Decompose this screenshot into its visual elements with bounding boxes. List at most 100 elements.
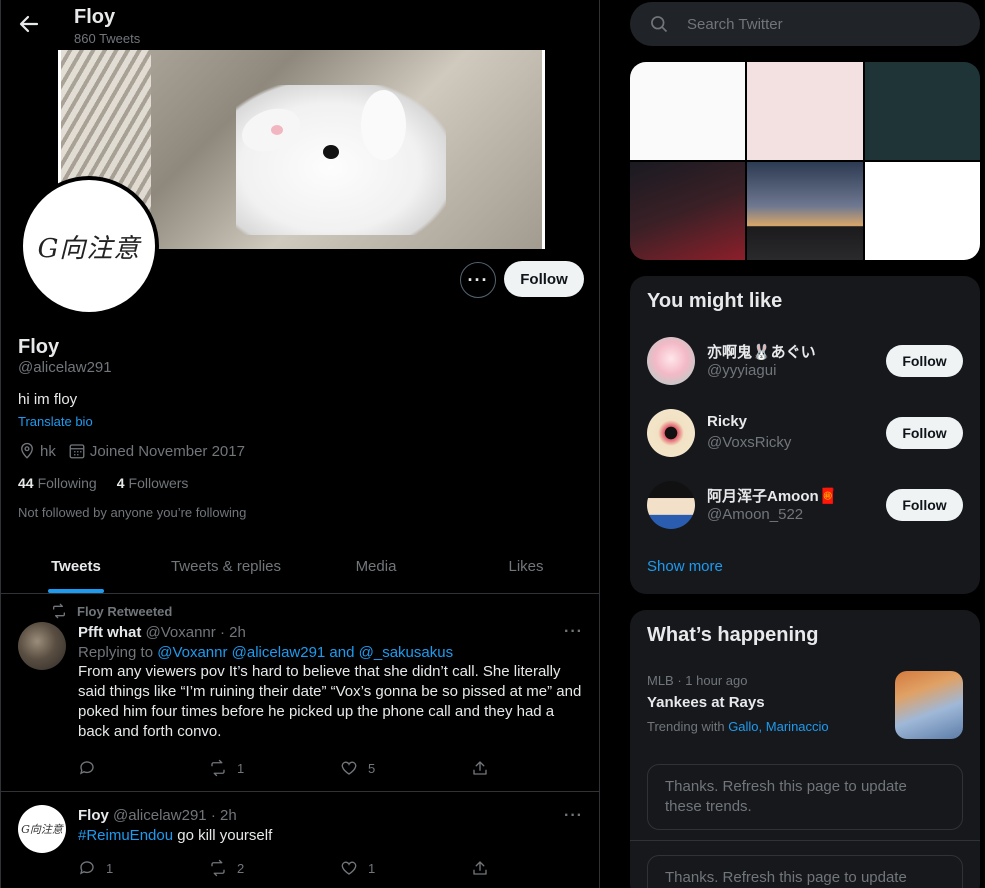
follow-user-button[interactable]: Follow bbox=[886, 417, 963, 449]
media-thumbnail[interactable] bbox=[747, 162, 863, 260]
whats-happening-card: What’s happening MLB · 1 hour ago Yankee… bbox=[630, 610, 980, 888]
profile-avatar-image: G向注意 bbox=[23, 180, 155, 312]
tab-tweets[interactable]: Tweets bbox=[1, 540, 151, 593]
heart-icon bbox=[341, 861, 357, 875]
reply-icon bbox=[79, 761, 94, 775]
profile-media-grid bbox=[630, 62, 980, 260]
like-button[interactable]: 1 bbox=[340, 859, 471, 877]
tweet-header: Pfft what @Voxannr · 2h bbox=[78, 624, 585, 641]
profile-avatar[interactable]: G向注意 bbox=[19, 176, 159, 316]
suggested-user-handle: @yyyiagui bbox=[707, 362, 777, 379]
avatar[interactable] bbox=[647, 481, 695, 529]
divider bbox=[630, 840, 980, 841]
tweet-actions: 1 5 bbox=[78, 759, 599, 777]
tweet-author-name[interactable]: Floy bbox=[78, 807, 109, 824]
profile-name: Floy bbox=[18, 336, 60, 358]
follow-user-button[interactable]: Follow bbox=[886, 345, 963, 377]
tweet-author-handle[interactable]: @alicelaw291 bbox=[113, 807, 207, 824]
media-thumbnail[interactable] bbox=[864, 62, 980, 160]
tweet-hashtag[interactable]: #ReimuEndou bbox=[78, 827, 173, 844]
profile-counts: 44 Following 4 Followers bbox=[18, 475, 188, 491]
replying-to: Replying to @Voxannr @alicelaw291 and @_… bbox=[78, 644, 585, 661]
suggested-user-name: 阿月浑子Amoon🧧 bbox=[707, 488, 838, 505]
retweet-icon bbox=[211, 859, 225, 877]
trending-with: Trending with Gallo, Marinaccio bbox=[647, 719, 829, 734]
translate-bio-link[interactable]: Translate bio bbox=[18, 414, 93, 429]
tab-likes[interactable]: Likes bbox=[451, 540, 599, 593]
suggested-user[interactable]: 阿月浑子Amoon🧧 @Amoon_522 Follow bbox=[630, 469, 980, 541]
tweet-author-handle[interactable]: @Voxannr bbox=[146, 624, 216, 641]
tweet-text: From any viewers pov It’s hard to believ… bbox=[78, 663, 582, 740]
share-icon bbox=[473, 761, 487, 775]
media-thumbnail[interactable] bbox=[630, 162, 746, 260]
retweet-icon bbox=[211, 759, 225, 777]
tweet-avatar[interactable]: G向注意 bbox=[18, 805, 66, 853]
like-count: 5 bbox=[368, 760, 376, 776]
suggested-user-name: Ricky bbox=[707, 413, 748, 430]
banner-bunny-eye bbox=[323, 145, 339, 159]
trend-category: MLB · 1 hour ago bbox=[647, 673, 748, 688]
tweet-header: Floy @alicelaw291 · 2h bbox=[78, 807, 585, 824]
tweet-text-body: go kill yourself bbox=[177, 827, 273, 844]
not-followed-notice: Not followed by anyone you’re following bbox=[18, 505, 247, 520]
who-to-follow-title: You might like bbox=[647, 290, 783, 312]
trending-with-link[interactable]: Gallo bbox=[728, 719, 758, 734]
tweet-text: #ReimuEndou go kill yourself bbox=[78, 826, 585, 846]
tweet-actions: 1 2 1 bbox=[78, 859, 599, 877]
share-button[interactable] bbox=[471, 859, 599, 877]
followers-link[interactable]: 4 Followers bbox=[117, 475, 189, 491]
reply-button[interactable] bbox=[78, 759, 209, 777]
trending-with-link[interactable]: Marinaccio bbox=[766, 719, 829, 734]
like-count: 1 bbox=[368, 860, 376, 876]
reply-count: 1 bbox=[106, 860, 114, 876]
tab-media[interactable]: Media bbox=[301, 540, 451, 593]
profile-column: Floy 860 Tweets G向注意 ··· Follow Floy @al… bbox=[0, 0, 600, 888]
trend-feedback: Thanks. Refresh this page to update thes… bbox=[647, 764, 963, 830]
avatar[interactable] bbox=[647, 409, 695, 457]
trending-with-label: Trending with bbox=[647, 719, 725, 734]
share-button[interactable] bbox=[471, 759, 599, 777]
tweet[interactable]: G向注意 ··· Floy @alicelaw291 · 2h #ReimuEn… bbox=[1, 793, 599, 888]
media-thumbnail[interactable] bbox=[864, 162, 980, 260]
reply-button[interactable]: 1 bbox=[78, 859, 209, 877]
tweet-time[interactable]: · 2h bbox=[211, 807, 237, 824]
retweet-count: 2 bbox=[237, 860, 245, 876]
profile-location: hk bbox=[40, 442, 56, 460]
media-thumbnail[interactable] bbox=[747, 62, 863, 160]
followers-label: Followers bbox=[128, 475, 189, 491]
banner-bunny bbox=[236, 85, 446, 235]
media-thumbnail[interactable] bbox=[630, 62, 746, 160]
more-dots-icon: ··· bbox=[467, 269, 489, 290]
follow-button[interactable]: Follow bbox=[504, 261, 584, 297]
whats-happening-title: What’s happening bbox=[647, 624, 819, 646]
suggested-user-handle: @VoxsRicky bbox=[707, 434, 792, 451]
trend-item[interactable]: MLB · 1 hour ago Yankees at Rays Trendin… bbox=[630, 662, 980, 748]
banner-bunny-ear bbox=[361, 90, 406, 160]
profile-handle: @alicelaw291 bbox=[18, 359, 112, 376]
retweet-button[interactable]: 1 bbox=[209, 759, 340, 777]
trend-title: Yankees at Rays bbox=[647, 694, 765, 711]
suggested-user[interactable]: 亦啊鬼🐰あぐい @yyyiagui Follow bbox=[630, 325, 980, 397]
tab-tweets-replies[interactable]: Tweets & replies bbox=[151, 540, 301, 593]
back-arrow-icon[interactable] bbox=[17, 12, 41, 36]
tweet[interactable]: ··· Pfft what @Voxannr · 2h Replying to … bbox=[1, 595, 599, 792]
retweet-button[interactable]: 2 bbox=[209, 859, 340, 877]
search-input[interactable]: Search Twitter bbox=[687, 16, 783, 33]
tweet-author-name[interactable]: Pfft what bbox=[78, 624, 141, 641]
location-icon bbox=[21, 442, 33, 459]
suggested-user-handle: @Amoon_522 bbox=[707, 506, 804, 523]
tweet-time[interactable]: · 2h bbox=[220, 624, 246, 641]
search-box[interactable]: Search Twitter bbox=[630, 2, 980, 46]
following-link[interactable]: 44 Following bbox=[18, 475, 97, 491]
suggested-user[interactable]: Ricky @VoxsRicky Follow bbox=[630, 397, 980, 469]
header-title: Floy bbox=[74, 6, 116, 28]
show-more-link[interactable]: Show more bbox=[647, 558, 723, 575]
following-label: Following bbox=[37, 475, 97, 491]
like-button[interactable]: 5 bbox=[340, 759, 471, 777]
follow-user-button[interactable]: Follow bbox=[886, 489, 963, 521]
trend-image[interactable] bbox=[895, 671, 963, 739]
more-options-button[interactable]: ··· bbox=[460, 262, 496, 298]
avatar[interactable] bbox=[647, 337, 695, 385]
tweet-avatar[interactable] bbox=[18, 622, 66, 670]
replying-to-users[interactable]: @Voxannr @alicelaw291 and @_sakusakus bbox=[157, 644, 453, 661]
